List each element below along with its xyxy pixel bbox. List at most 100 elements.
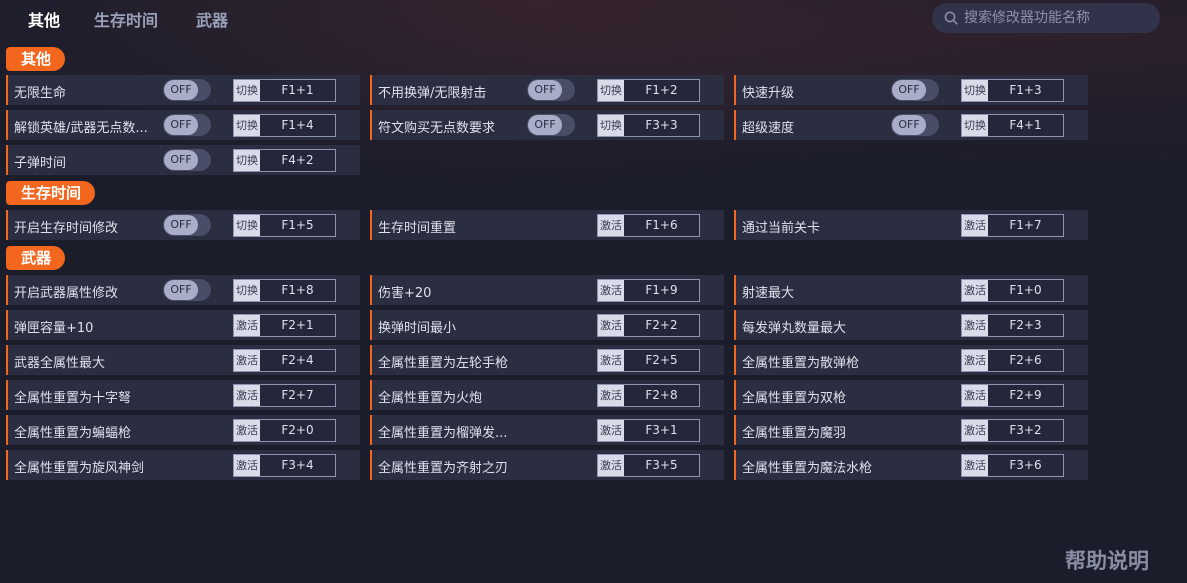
- cheat-label: 全属性重置为旋风神剑: [14, 461, 145, 476]
- hotkey-box[interactable]: 激活 F2+7: [233, 384, 336, 407]
- hotkey-box[interactable]: 激活 F3+6: [961, 454, 1064, 477]
- hotkey-box[interactable]: 激活 F2+6: [961, 349, 1064, 372]
- cheat-toggle[interactable]: OFF: [891, 79, 939, 101]
- hotkey-box[interactable]: 激活 F2+4: [233, 349, 336, 372]
- cheat-toggle[interactable]: OFF: [163, 214, 211, 236]
- hotkey-type-label: 激活: [234, 385, 260, 406]
- cheat-label: 无限生命: [14, 86, 67, 101]
- hotkey-box[interactable]: 切换 F1+4: [233, 114, 336, 137]
- hotkey-box[interactable]: 切换 F1+3: [961, 79, 1064, 102]
- tab-survival-time[interactable]: 生存时间: [94, 7, 158, 31]
- cheat-label: 快速升级: [742, 86, 795, 101]
- hotkey-value: F2+9: [1009, 388, 1042, 402]
- cheat-row: 全属性重置为榴弹发... 激活 F3+1: [370, 415, 724, 445]
- hotkey-box[interactable]: 激活 F1+0: [961, 279, 1064, 302]
- hotkey-box[interactable]: 激活 F2+3: [961, 314, 1064, 337]
- cheat-label: 生存时间重置: [378, 221, 457, 236]
- cheat-label: 全属性重置为齐射之刃: [378, 461, 509, 476]
- toggle-state: OFF: [164, 80, 198, 100]
- cheat-label: 武器全属性最大: [14, 356, 106, 371]
- hotkey-box[interactable]: 激活 F2+9: [961, 384, 1064, 407]
- cheat-label: 不用换弹/无限射击: [378, 86, 487, 101]
- cheat-row: 换弹时间最小 激活 F2+2: [370, 310, 724, 340]
- cheat-label: 全属性重置为榴弹发...: [378, 426, 508, 441]
- hotkey-value: F1+1: [281, 83, 314, 97]
- section-other-header: 其他: [6, 47, 66, 71]
- cheat-label: 全属性重置为十字弩: [14, 391, 132, 406]
- hotkey-box[interactable]: 激活 F1+7: [961, 214, 1064, 237]
- hotkey-value: F4+2: [281, 153, 314, 167]
- toggle-state: OFF: [164, 115, 198, 135]
- cheat-row: 符文购买无点数要求 OFF 切换 F3+3: [370, 110, 724, 140]
- cheat-label: 通过当前关卡: [742, 221, 821, 236]
- hotkey-type-label: 激活: [234, 315, 260, 336]
- cheat-label: 子弹时间: [14, 156, 67, 171]
- hotkey-box[interactable]: 切换 F4+1: [961, 114, 1064, 137]
- cheat-row: 全属性重置为魔法水枪 激活 F3+6: [734, 450, 1088, 480]
- hotkey-value: F1+6: [645, 218, 678, 232]
- hotkey-value: F3+3: [645, 118, 678, 132]
- toggle-state: OFF: [892, 115, 926, 135]
- tab-weapons[interactable]: 武器: [196, 7, 228, 31]
- hotkey-value: F2+4: [281, 353, 314, 367]
- cheat-toggle[interactable]: OFF: [527, 114, 575, 136]
- cheat-label: 全属性重置为散弹枪: [742, 356, 860, 371]
- cheat-label: 超级速度: [742, 121, 795, 136]
- cheat-label: 每发弹丸数量最大: [742, 321, 847, 336]
- hotkey-box[interactable]: 激活 F2+8: [597, 384, 700, 407]
- hotkey-box[interactable]: 切换 F4+2: [233, 149, 336, 172]
- hotkey-value: F2+7: [281, 388, 314, 402]
- cheat-row: 每发弹丸数量最大 激活 F2+3: [734, 310, 1088, 340]
- cheat-toggle[interactable]: OFF: [163, 279, 211, 301]
- hotkey-box[interactable]: 切换 F3+3: [597, 114, 700, 137]
- hotkey-value: F3+2: [1009, 423, 1042, 437]
- section-weapons-header: 武器: [6, 246, 66, 270]
- cheat-toggle[interactable]: OFF: [163, 114, 211, 136]
- search-box[interactable]: [932, 3, 1160, 33]
- cheat-row: 全属性重置为双枪 激活 F2+9: [734, 380, 1088, 410]
- hotkey-type-label: 切换: [598, 80, 624, 101]
- cheat-row: 全属性重置为散弹枪 激活 F2+6: [734, 345, 1088, 375]
- hotkey-box[interactable]: 激活 F1+9: [597, 279, 700, 302]
- cheat-toggle[interactable]: OFF: [163, 79, 211, 101]
- hotkey-box[interactable]: 激活 F2+0: [233, 419, 336, 442]
- hotkey-box[interactable]: 切换 F1+8: [233, 279, 336, 302]
- hotkey-box[interactable]: 激活 F3+4: [233, 454, 336, 477]
- hotkey-type-label: 激活: [962, 455, 988, 476]
- hotkey-type-label: 激活: [598, 455, 624, 476]
- hotkey-box[interactable]: 激活 F2+2: [597, 314, 700, 337]
- hotkey-type-label: 激活: [598, 350, 624, 371]
- cheat-label: 解锁英雄/武器无点数...: [14, 121, 148, 136]
- hotkey-type-label: 激活: [962, 280, 988, 301]
- hotkey-type-label: 激活: [598, 420, 624, 441]
- hotkey-box[interactable]: 切换 F1+2: [597, 79, 700, 102]
- hotkey-box[interactable]: 激活 F2+1: [233, 314, 336, 337]
- cheat-label: 开启武器属性修改: [14, 286, 119, 301]
- tab-other[interactable]: 其他: [28, 7, 60, 31]
- hotkey-box[interactable]: 激活 F3+5: [597, 454, 700, 477]
- hotkey-value: F1+5: [281, 218, 314, 232]
- hotkey-box[interactable]: 激活 F1+6: [597, 214, 700, 237]
- cheat-row: 全属性重置为左轮手枪 激活 F2+5: [370, 345, 724, 375]
- cheat-label: 换弹时间最小: [378, 321, 457, 336]
- toggle-state: OFF: [164, 150, 198, 170]
- hotkey-type-label: 激活: [598, 215, 624, 236]
- cheat-row: 弹匣容量+10 激活 F2+1: [6, 310, 360, 340]
- hotkey-box[interactable]: 激活 F2+5: [597, 349, 700, 372]
- cheat-toggle[interactable]: OFF: [163, 149, 211, 171]
- cheat-row: 超级速度 OFF 切换 F4+1: [734, 110, 1088, 140]
- cheat-row: 全属性重置为旋风神剑 激活 F3+4: [6, 450, 360, 480]
- hotkey-box[interactable]: 切换 F1+1: [233, 79, 336, 102]
- cheat-toggle[interactable]: OFF: [891, 114, 939, 136]
- cheat-toggle[interactable]: OFF: [527, 79, 575, 101]
- hotkey-type-label: 激活: [598, 315, 624, 336]
- help-button[interactable]: 帮助说明: [1065, 545, 1149, 575]
- hotkey-type-label: 切换: [962, 115, 988, 136]
- hotkey-value: F2+5: [645, 353, 678, 367]
- hotkey-box[interactable]: 激活 F3+2: [961, 419, 1064, 442]
- cheat-row: 射速最大 激活 F1+0: [734, 275, 1088, 305]
- hotkey-box[interactable]: 激活 F3+1: [597, 419, 700, 442]
- search-input[interactable]: [964, 7, 1152, 29]
- hotkey-box[interactable]: 切换 F1+5: [233, 214, 336, 237]
- section-survival-time-header: 生存时间: [6, 181, 96, 205]
